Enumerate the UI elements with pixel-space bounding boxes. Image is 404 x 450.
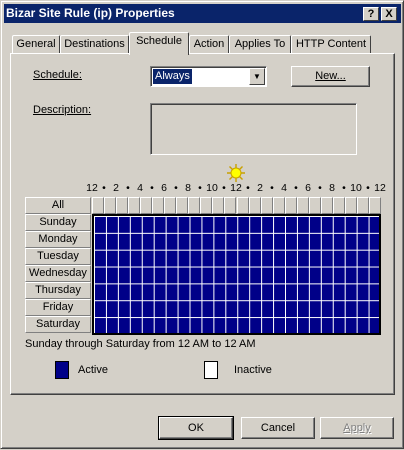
hour-column-header[interactable] (357, 197, 369, 214)
description-label: Description: (33, 104, 92, 116)
hour-column-header[interactable] (224, 197, 236, 214)
hour-column-header[interactable] (176, 197, 188, 214)
inactive-legend-label: Inactive (234, 364, 272, 376)
day-row-monday[interactable]: Monday (25, 231, 91, 248)
hour-column-header[interactable] (140, 197, 152, 214)
schedule-label: Schedule: (33, 69, 82, 81)
new-schedule-button-label: New... (315, 70, 346, 82)
schedule-dropdown-value: Always (152, 68, 193, 85)
active-legend-label: Active (78, 364, 108, 376)
cancel-button[interactable]: Cancel (241, 417, 315, 439)
day-row-wednesday[interactable]: Wednesday (25, 265, 91, 282)
hour-separator: • (174, 182, 178, 194)
day-row-saturday[interactable]: Saturday (25, 316, 91, 333)
hour-column-header[interactable] (128, 197, 140, 214)
description-field (150, 103, 357, 155)
hour-separator: • (150, 182, 154, 194)
schedule-grid[interactable] (92, 214, 381, 335)
schedule-summary: Sunday through Saturday from 12 AM to 12… (25, 338, 256, 350)
hour-label: 2 (113, 182, 119, 194)
day-row-sunday[interactable]: Sunday (25, 214, 91, 231)
hour-separator: • (366, 182, 370, 194)
hour-column-header[interactable] (92, 197, 104, 214)
hour-column-header[interactable] (237, 197, 249, 214)
hour-separator: • (318, 182, 322, 194)
chevron-down-icon[interactable]: ▼ (249, 68, 265, 85)
ok-button[interactable]: OK (158, 416, 234, 440)
schedule-dropdown[interactable]: Always ▼ (150, 66, 267, 87)
hour-timeline: 12 • 2 • 4 • 6 • 8 • 10 • 12 • 2 • 4 • 6… (79, 182, 389, 194)
select-all-button[interactable]: All (25, 197, 91, 214)
properties-dialog: Bizar Site Rule (ip) Properties ? X Gene… (0, 0, 404, 449)
hour-separator: • (294, 182, 298, 194)
hour-column-header[interactable] (261, 197, 273, 214)
hour-label: 10 (206, 182, 218, 194)
hour-label: 6 (305, 182, 311, 194)
day-row-friday[interactable]: Friday (25, 299, 91, 316)
active-swatch[interactable] (55, 361, 69, 379)
hour-separator: • (126, 182, 130, 194)
inactive-swatch[interactable] (204, 361, 218, 379)
hour-separator: • (342, 182, 346, 194)
hour-label: 8 (329, 182, 335, 194)
hour-label: 4 (137, 182, 143, 194)
apply-button[interactable]: Apply (320, 417, 394, 439)
hour-column-header[interactable] (297, 197, 309, 214)
hour-label: 2 (257, 182, 263, 194)
hour-column-header[interactable] (333, 197, 345, 214)
hour-separator: • (102, 182, 106, 194)
hour-column-header[interactable] (116, 197, 128, 214)
hour-column-header[interactable] (152, 197, 164, 214)
hour-column-header[interactable] (212, 197, 224, 214)
sun-icon (227, 164, 245, 182)
moon-icon (376, 166, 382, 178)
hour-column-header[interactable] (200, 197, 212, 214)
hour-column-header[interactable] (321, 197, 333, 214)
hour-label: 12 (230, 182, 242, 194)
hour-separator: • (270, 182, 274, 194)
hour-label: 6 (161, 182, 167, 194)
hour-column-header[interactable] (273, 197, 285, 214)
hour-column-header[interactable] (188, 197, 200, 214)
hour-column-header[interactable] (285, 197, 297, 214)
day-row-tuesday[interactable]: Tuesday (25, 248, 91, 265)
hour-label: 4 (281, 182, 287, 194)
hour-label: 10 (350, 182, 362, 194)
hour-column-header[interactable] (249, 197, 261, 214)
hour-separator: • (246, 182, 250, 194)
hour-column-header[interactable] (309, 197, 321, 214)
day-row-thursday[interactable]: Thursday (25, 282, 91, 299)
hour-separator: • (222, 182, 226, 194)
hour-column-header[interactable] (369, 197, 381, 214)
hour-label: 12 (86, 182, 98, 194)
hour-label: 12 (374, 182, 386, 194)
hour-column-header[interactable] (164, 197, 176, 214)
hour-separator: • (198, 182, 202, 194)
hour-column-header[interactable] (104, 197, 116, 214)
hour-label: 8 (185, 182, 191, 194)
new-schedule-button[interactable]: New... (291, 66, 370, 87)
moon-icon (89, 166, 95, 178)
hour-column-header[interactable] (345, 197, 357, 214)
